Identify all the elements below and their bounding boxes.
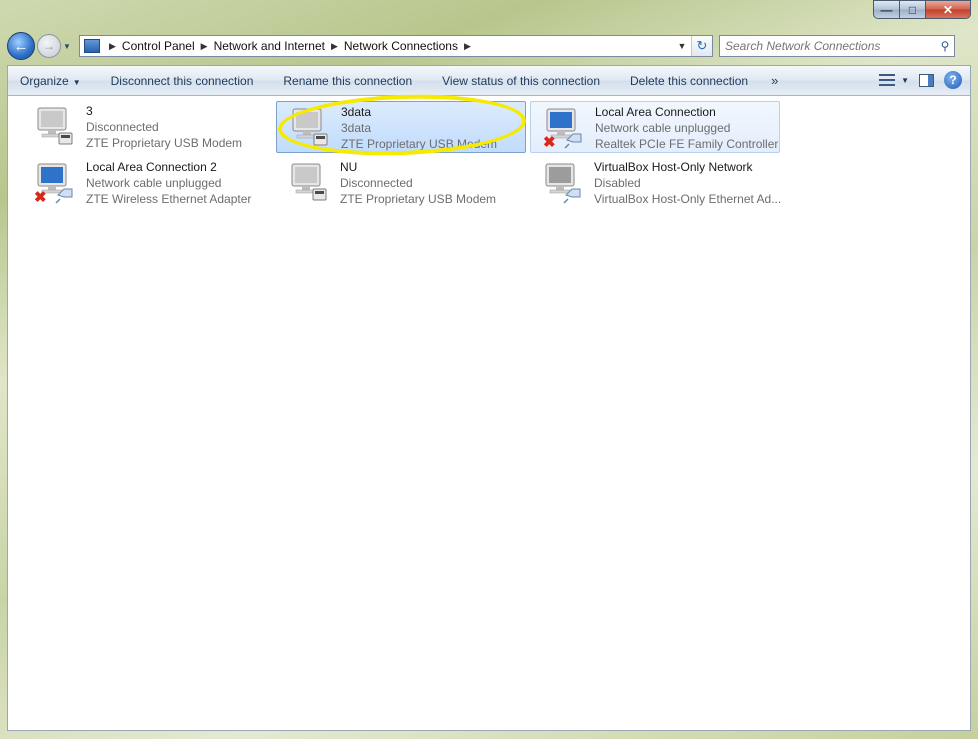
command-bar: Organize ▼ Disconnect this connection Ren… — [8, 66, 970, 96]
connection-device: ZTE Proprietary USB Modem — [86, 136, 243, 150]
organize-button[interactable]: Organize ▼ — [8, 74, 96, 88]
breadcrumb-chevron-icon[interactable]: ▶ — [201, 41, 208, 52]
control-panel-icon — [84, 39, 100, 53]
connection-text: 3data 3data ZTE Proprietary USB Modem — [341, 104, 497, 152]
minimize-button[interactable]: — — [873, 0, 899, 19]
breadcrumb-chevron-icon[interactable]: ▶ — [109, 41, 116, 52]
connection-name: 3 — [86, 104, 93, 118]
connection-text: 3 Disconnected ZTE Proprietary USB Modem — [86, 103, 242, 151]
connection-status: Disabled — [594, 176, 641, 190]
connection-text: Local Area Connection 2 Network cable unp… — [86, 159, 251, 207]
connection-item[interactable]: 3 Disconnected ZTE Proprietary USB Modem — [22, 101, 272, 153]
back-arrow-icon[interactable]: ← — [7, 32, 35, 60]
connection-status: Disconnected — [86, 120, 159, 134]
disconnect-button[interactable]: Disconnect this connection — [96, 74, 269, 88]
connection-text: VirtualBox Host-Only Network Disabled Virt… — [594, 159, 781, 207]
connection-device: ZTE Proprietary USB Modem — [341, 137, 498, 151]
close-button[interactable]: ✕ — [925, 0, 971, 19]
more-commands-button[interactable]: » — [763, 73, 786, 88]
connection-status: Network cable unplugged — [595, 121, 731, 135]
breadcrumb-network-and-internet[interactable]: Network and Internet — [214, 39, 325, 53]
connection-item[interactable]: ✖ Local Area Connection 2 Network cable un… — [22, 157, 272, 209]
address-history-dropdown-icon[interactable]: ▼ — [674, 36, 690, 56]
recent-pages-dropdown-icon[interactable]: ▼ — [63, 42, 75, 51]
connection-device: ZTE Wireless Ethernet Adapter — [86, 192, 252, 206]
caption-buttons: — □ ✕ — [873, 0, 971, 19]
modem-connection-icon — [287, 106, 331, 150]
rename-button[interactable]: Rename this connection — [268, 74, 427, 88]
connection-text: Local Area Connection Network cable unplu… — [595, 104, 778, 152]
breadcrumb-network-connections[interactable]: Network Connections — [344, 39, 458, 53]
connection-status: Network cable unplugged — [86, 176, 222, 190]
connection-status: Disconnected — [340, 176, 413, 190]
content-pane: Organize ▼ Disconnect this connection Ren… — [7, 65, 971, 731]
help-icon[interactable]: ? — [944, 71, 962, 89]
change-view-icon[interactable] — [879, 74, 896, 86]
view-controls: ▼ ? — [879, 71, 962, 89]
view-options-dropdown-icon[interactable]: ▼ — [901, 76, 909, 85]
preview-pane-icon[interactable] — [919, 73, 934, 87]
connection-text: NU Disconnected ZTE Proprietary USB Modem — [340, 159, 496, 207]
navigation-bar: ← → ▼ ▶ Control Panel ▶ Network and Inte… — [7, 30, 971, 62]
connection-item[interactable]: ✖ Local Area Connection Network cable unpl… — [530, 101, 780, 153]
connection-status: 3data — [341, 121, 372, 135]
maximize-button[interactable]: □ — [899, 0, 925, 19]
connection-name: 3data — [341, 105, 372, 119]
modem-connection-icon — [32, 105, 76, 149]
connection-item[interactable]: 3data 3data ZTE Proprietary USB Modem — [276, 101, 526, 153]
explorer-window: — □ ✕ ← → ▼ ▶ Control Panel ▶ Network an… — [0, 0, 978, 739]
connection-item[interactable]: VirtualBox Host-Only Network Disabled Virt… — [530, 157, 781, 209]
breadcrumb-chevron-icon[interactable]: ▶ — [331, 41, 338, 52]
search-input[interactable] — [720, 38, 936, 54]
connection-name: NU — [340, 160, 358, 174]
delete-button[interactable]: Delete this connection — [615, 74, 763, 88]
breadcrumb-control-panel[interactable]: Control Panel — [122, 39, 195, 53]
ethernet-connection-icon — [540, 161, 584, 205]
organize-label: Organize — [20, 73, 69, 88]
address-bar[interactable]: ▶ Control Panel ▶ Network and Internet ▶… — [79, 35, 713, 57]
forward-arrow-icon[interactable]: → — [37, 34, 61, 58]
connection-name: VirtualBox Host-Only Network — [594, 160, 753, 174]
modem-connection-icon — [286, 161, 330, 205]
search-icon[interactable]: ⚲ — [936, 39, 954, 53]
connection-device: Realtek PCIe FE Family Controller — [595, 137, 779, 151]
breadcrumb-chevron-icon[interactable]: ▶ — [464, 41, 471, 52]
view-status-button[interactable]: View status of this connection — [427, 74, 615, 88]
connection-device: VirtualBox Host-Only Ethernet Ad... — [594, 192, 782, 206]
error-x-icon: ✖ — [543, 134, 556, 151]
search-box: ⚲ — [719, 35, 955, 57]
connection-device: ZTE Proprietary USB Modem — [340, 192, 497, 206]
refresh-icon[interactable]: ↻ — [691, 36, 712, 56]
connection-name: Local Area Connection 2 — [86, 160, 217, 174]
connection-name: Local Area Connection — [595, 105, 716, 119]
connection-item[interactable]: NU Disconnected ZTE Proprietary USB Modem — [276, 157, 526, 209]
chevron-down-icon: ▼ — [72, 77, 81, 87]
error-x-icon: ✖ — [34, 189, 47, 206]
